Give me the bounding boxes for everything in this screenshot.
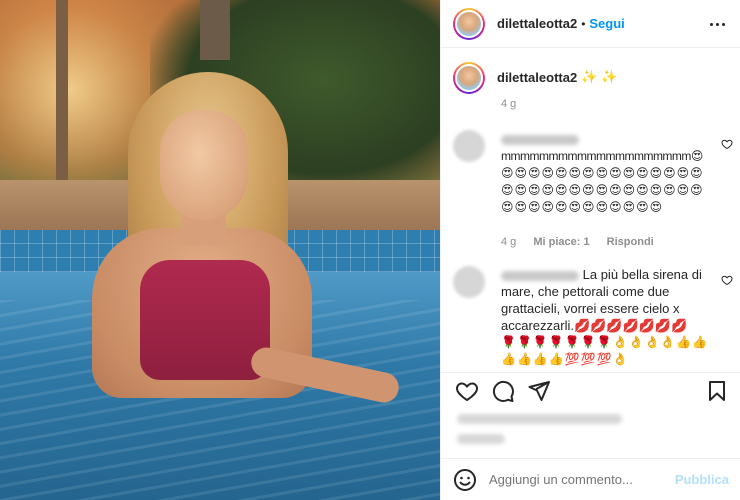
heart-icon[interactable] (455, 379, 479, 403)
comment-item: mmmmmmmmmmmmmmmmmmmm😍 😍😍😍😍😍😍😍😍😍😍😍😍😍😍😍😍😍😍… (453, 130, 733, 250)
author-username[interactable]: dilettaleotta2 (497, 16, 577, 31)
caption-age[interactable]: 4 g (501, 98, 516, 110)
comment-emoji: 😍😍😍😍😍😍😍😍😍😍😍😍😍😍😍😍😍😍😍😍😍😍😍😍😍😍😍😍😍😍😍😍😍😍😍😍😍😍😍😍… (501, 166, 704, 214)
comment-item: La più bella sirena di mare, che pettora… (453, 266, 733, 366)
more-horizontal-icon[interactable] (707, 14, 727, 34)
bookmark-icon[interactable] (705, 379, 729, 403)
caption-text: ✨ ✨ (581, 69, 618, 84)
comment-body: mmmmmmmmmmmmmmmmmmmm😍 😍😍😍😍😍😍😍😍😍😍😍😍😍😍😍😍😍😍… (501, 130, 713, 216)
publish-button[interactable]: Pubblica (675, 472, 729, 487)
comment-body: La più bella sirena di mare, che pettora… (501, 266, 713, 368)
comment-heart-icon[interactable] (721, 138, 733, 150)
add-comment-bar: Pubblica (441, 458, 740, 500)
comment-input[interactable] (489, 472, 675, 487)
paper-plane-icon[interactable] (527, 379, 551, 403)
comment-age[interactable]: 4 g (501, 236, 516, 248)
comment-icon[interactable] (491, 379, 515, 403)
lamp-post (200, 0, 230, 60)
comment-likes[interactable]: Mi piace: 1 (533, 236, 589, 248)
smiley-icon[interactable] (453, 468, 477, 492)
separator-dot: • (581, 16, 586, 31)
caption: dilettaleotta2 ✨ ✨ (453, 62, 733, 94)
comment-text: mmmmmmmmmmmmmmmmmmmm😍 (501, 149, 703, 163)
caption-avatar[interactable] (453, 62, 485, 94)
post-photo[interactable] (0, 0, 440, 500)
wooden-post (56, 0, 68, 180)
timestamp-blurred[interactable] (457, 434, 505, 444)
caption-username[interactable]: dilettaleotta2 (497, 70, 577, 94)
commenter-avatar[interactable] (453, 266, 485, 298)
post-header: dilettaleotta2 • Segui (441, 0, 740, 48)
comment-meta: 4 g Mi piace: 1 Rispondi (501, 236, 668, 248)
commenter-avatar[interactable] (453, 130, 485, 162)
commenter-username-blurred[interactable] (501, 134, 579, 145)
commenter-username-blurred[interactable] (501, 270, 579, 281)
likes-blurred[interactable] (457, 414, 622, 424)
comment-emoji: 🌹🌹🌹🌹🌹🌹🌹👌👌👌👌👍👍👍👍👍👍💯💯💯👌 (501, 335, 709, 366)
comment-reply-button[interactable]: Rispondi (607, 236, 654, 248)
follow-button[interactable]: Segui (589, 16, 624, 31)
post-side-panel: dilettaleotta2 • Segui dilettaleotta2 ✨ … (440, 0, 740, 500)
post-actions (441, 372, 740, 406)
author-avatar[interactable] (453, 7, 485, 40)
comment-heart-icon[interactable] (721, 274, 733, 286)
person-face (160, 110, 248, 220)
